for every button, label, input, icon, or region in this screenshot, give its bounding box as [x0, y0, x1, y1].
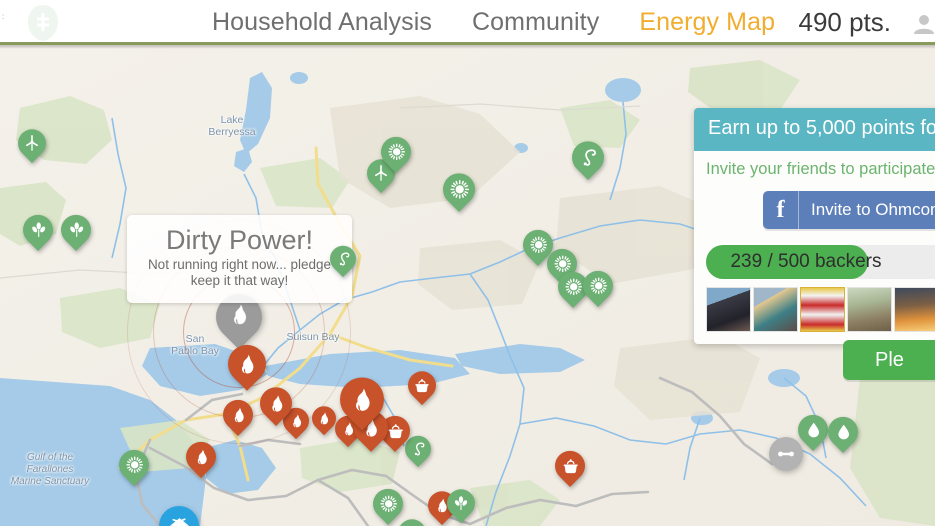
marker-natural-gas[interactable] [179, 435, 223, 479]
main-nav: Household Analysis Community Energy Map [212, 0, 775, 45]
marker-biomass[interactable] [16, 208, 60, 252]
backers-progress-bar: 239 / 500 backers [706, 245, 935, 279]
ohmconnect-leaf-logo[interactable] [26, 4, 60, 42]
marker-solar[interactable] [366, 482, 410, 526]
marker-natural-gas[interactable] [307, 400, 341, 436]
backer-avatar[interactable] [800, 287, 845, 332]
backer-avatars [706, 287, 935, 332]
marker-hydro[interactable] [821, 410, 865, 454]
map-canvas[interactable]: Lake Berryessa Suisun Bay San Pablo Bay Gu… [0, 48, 935, 526]
marker-solar[interactable] [436, 166, 482, 213]
invite-panel-banner: Earn up to 5,000 points fo [694, 108, 935, 151]
nav-household-analysis[interactable]: Household Analysis [212, 0, 432, 45]
pledge-button[interactable]: Ple [843, 340, 935, 380]
invite-to-ohmconnect-button[interactable]: f Invite to Ohmconn [763, 191, 935, 229]
backer-avatar[interactable] [753, 287, 798, 332]
marker-hydro[interactable] [791, 408, 835, 452]
tooltip-subtitle: Not running right now... pledge keep it t… [147, 257, 332, 288]
dirty-power-tooltip: Dirty Power! Not running right now... pl… [127, 215, 352, 303]
marker-geothermal[interactable] [324, 240, 362, 278]
backer-avatar[interactable] [894, 287, 935, 332]
tooltip-title: Dirty Power! [165, 225, 314, 255]
marker-biomass[interactable] [54, 208, 98, 252]
marker-solar[interactable] [374, 130, 418, 174]
backers-progress-label: 239 / 500 backers [730, 251, 882, 272]
user-avatar-icon[interactable] [913, 12, 935, 34]
marker-solar[interactable] [576, 264, 620, 308]
marker-coal[interactable] [548, 444, 592, 488]
marker-natural-gas[interactable] [253, 380, 299, 427]
marker-wind-turbine[interactable] [12, 123, 52, 164]
backer-avatar[interactable] [847, 287, 892, 332]
backer-avatar[interactable] [706, 287, 751, 332]
top-navigation-bar: ∶ Household Analysis Community Energy Map … [0, 0, 935, 45]
invite-panel-subtitle: Invite your friends to participate! [706, 160, 935, 178]
marker-natural-gas[interactable] [216, 393, 260, 437]
marker-natural-gas[interactable] [220, 336, 274, 392]
nav-energy-map[interactable]: Energy Map [639, 0, 775, 45]
marker-solar[interactable] [112, 443, 156, 487]
facebook-f-icon: f [763, 191, 799, 229]
marker-biomass[interactable] [441, 483, 481, 524]
invite-panel: Earn up to 5,000 points fo Invite your f… [694, 108, 935, 344]
invite-panel-body: Invite your friends to participate! f In… [694, 151, 935, 344]
marker-geothermal[interactable] [565, 134, 611, 181]
points-total: 490 pts. [798, 7, 891, 37]
marker-natural-gas[interactable] [330, 368, 394, 433]
marker-coal[interactable] [402, 365, 442, 406]
nav-community[interactable]: Community [472, 0, 599, 45]
facebook-button-label: Invite to Ohmconn [811, 200, 935, 219]
energy-map-page: Lake Berryessa Suisun Bay San Pablo Bay Gu… [0, 0, 935, 526]
marker-ev-charger[interactable] [769, 437, 803, 471]
scroll-indicator: ∶ [2, 12, 5, 22]
